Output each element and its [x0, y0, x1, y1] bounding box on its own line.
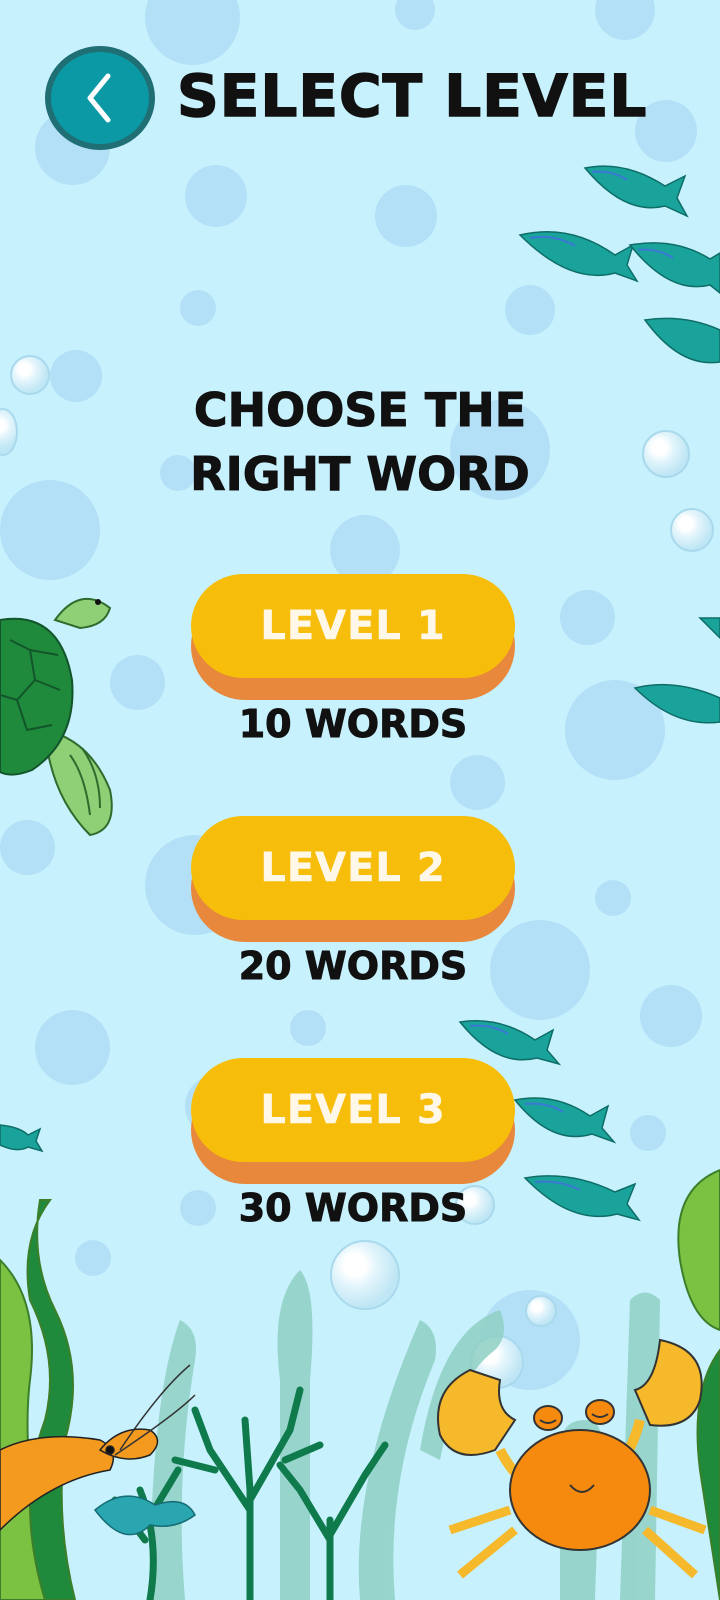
level-label: LEVEL 1: [260, 603, 446, 650]
level-1-button[interactable]: LEVEL 1: [191, 574, 515, 702]
level-3-button[interactable]: LEVEL 3: [191, 1058, 515, 1186]
back-button[interactable]: [45, 46, 155, 150]
fish-school-top-right: [518, 165, 720, 364]
level-label: LEVEL 3: [260, 1087, 446, 1134]
fish-right-mid: [633, 617, 720, 724]
level-2-button[interactable]: LEVEL 2: [191, 816, 515, 944]
level-select-screen: SELECT LEVEL CHOOSE THE RIGHT WORD LEVEL…: [0, 0, 720, 1600]
page-title: SELECT LEVEL: [176, 61, 648, 131]
button-face: LEVEL 2: [191, 816, 515, 920]
chevron-left-icon: [87, 73, 111, 123]
level-1-word-count: 10 WORDS: [238, 702, 468, 747]
game-title: CHOOSE THE RIGHT WORD: [190, 383, 531, 502]
button-face: LEVEL 1: [191, 574, 515, 678]
crab: [437, 1338, 707, 1579]
level-2-word-count: 20 WORDS: [238, 944, 468, 989]
level-3-word-count: 30 WORDS: [238, 1186, 468, 1231]
button-face: LEVEL 3: [191, 1058, 515, 1162]
level-label: LEVEL 2: [260, 845, 446, 892]
turtle-illustration: [0, 598, 113, 837]
